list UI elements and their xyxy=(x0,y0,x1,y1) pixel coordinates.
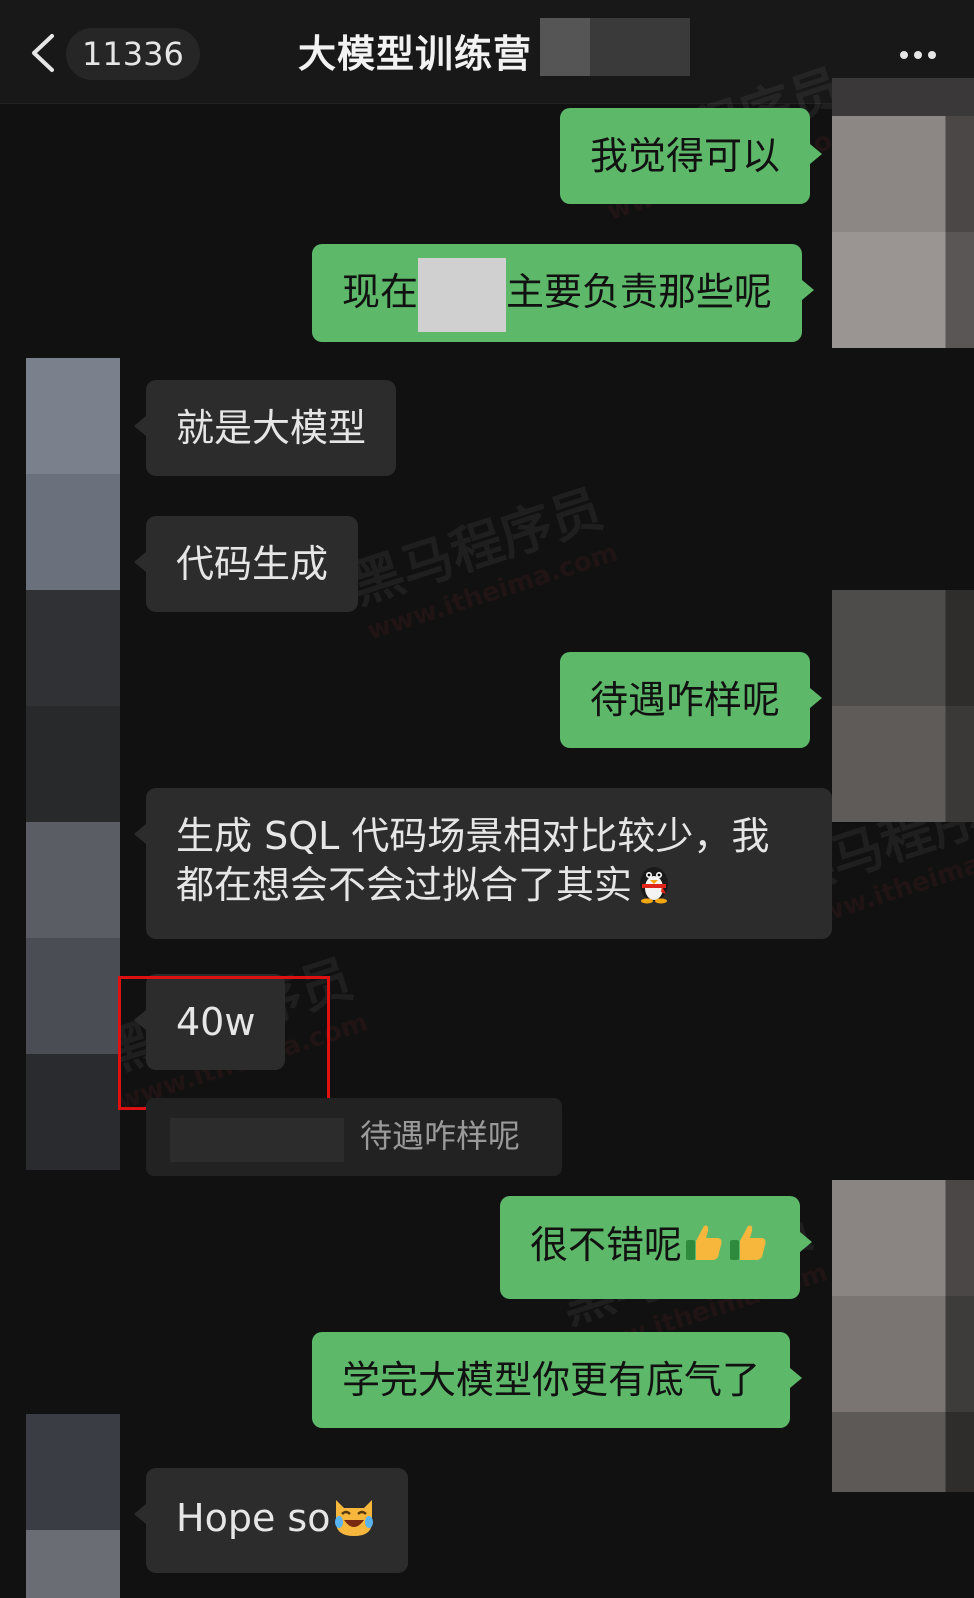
message-text: 待遇咋样呢 xyxy=(590,678,781,722)
message-bubble-outgoing[interactable]: 学完大模型你更有底气了 xyxy=(312,1332,803,1428)
message-bubble-outgoing[interactable]: 我觉得可以 xyxy=(560,108,823,204)
contact-avatar[interactable] xyxy=(26,358,120,1170)
message-text: Hope so xyxy=(176,1496,331,1540)
my-avatar[interactable] xyxy=(832,590,974,822)
contact-avatar[interactable] xyxy=(26,1414,120,1598)
redaction-block xyxy=(418,257,507,332)
message-bubble-incoming[interactable]: 代码生成 xyxy=(133,516,359,612)
message-text: 就是大模型 xyxy=(176,406,367,450)
message-bubble-incoming[interactable]: Hope so xyxy=(133,1468,409,1573)
chevron-left-icon xyxy=(32,34,54,72)
highlight-box xyxy=(118,976,330,1110)
watermark: 黑马程序员www.itheima.com xyxy=(344,478,622,647)
qq-penguin-emoji xyxy=(632,860,676,915)
thumbs-up-emoji xyxy=(682,1220,726,1275)
message-bubble-incoming[interactable]: 就是大模型 xyxy=(133,380,397,476)
quoted-reply[interactable]: 待遇咋样呢 xyxy=(146,1098,562,1176)
message-text-line: 都在想会不会过拟合了其实 xyxy=(176,863,633,907)
message-text: 我觉得可以 xyxy=(590,134,781,178)
unread-count-badge[interactable]: 11336 xyxy=(66,28,200,80)
more-options-button[interactable] xyxy=(900,44,948,60)
message-text: 很不错呢 xyxy=(530,1223,683,1267)
message-text: 代码生成 xyxy=(176,542,329,586)
message-text: 学完大模型你更有底气了 xyxy=(342,1358,761,1402)
message-text-line: 生成 SQL 代码场景相对比较少，我 xyxy=(176,814,770,858)
back-button[interactable] xyxy=(26,30,62,76)
quoted-sender-redaction xyxy=(170,1118,344,1162)
thumbs-up-emoji xyxy=(726,1220,770,1275)
my-avatar[interactable] xyxy=(832,78,974,348)
chat-area[interactable]: 黑马程序员 www.itheima.com 黑马程序员 www.itheima.co… xyxy=(0,59,974,1598)
message-bubble-outgoing[interactable]: 很不错呢 xyxy=(500,1196,813,1299)
message-bubble-outgoing[interactable]: 待遇咋样呢 xyxy=(560,652,823,748)
message-bubble-incoming[interactable]: 生成 SQL 代码场景相对比较少，我 都在想会不会过拟合了其实 xyxy=(134,788,832,939)
message-text: 现在 xyxy=(342,270,419,314)
laughing-cat-emoji xyxy=(330,1492,378,1549)
quoted-text: 待遇咋样呢 xyxy=(360,1117,521,1155)
chat-title: 大模型训练营 xyxy=(298,32,533,76)
my-avatar[interactable] xyxy=(832,1180,974,1492)
message-text: 主要负责那些呢 xyxy=(506,270,773,314)
more-dots-icon xyxy=(900,51,908,59)
message-bubble-outgoing[interactable]: 现在 主要负责那些呢 xyxy=(312,244,815,342)
title-redaction xyxy=(540,18,692,76)
